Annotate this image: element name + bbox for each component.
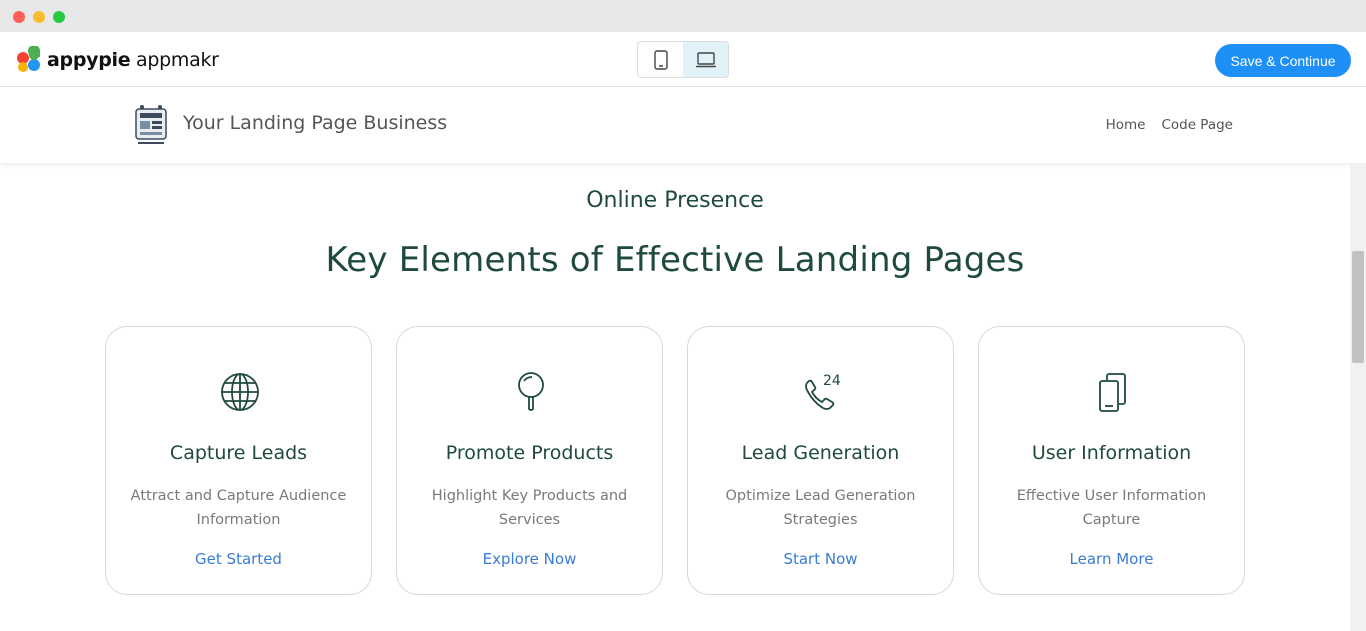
globe-icon [221,373,259,411]
window-titlebar [0,0,1366,32]
section-title: Key Elements of Effective Landing Pages [325,240,1025,280]
site-title: Your Landing Page Business [183,112,448,134]
card-description: Highlight Key Products and Services [431,488,628,528]
card-description: Attract and Capture Audience Information [130,488,347,528]
card-title: Lead Generation [741,442,900,464]
mobile-icon [653,49,668,70]
card-title: Promote Products [445,442,614,464]
feature-card: 24 Lead Generation Optimize Lead Generat… [687,326,954,595]
window-close-button[interactable] [13,11,25,23]
card-description: Effective User Information Capture [1016,488,1207,528]
phone-24-icon: 24 [805,373,841,410]
desktop-view-button[interactable] [683,42,728,77]
card-description: Optimize Lead Generation Strategies [725,488,916,528]
brand: appypie appmakr [15,46,219,74]
window-maximize-button[interactable] [53,11,65,23]
card-title: Capture Leads [169,442,308,464]
landing-page-preview: Your Landing Page Business Home Code Pag… [0,88,1350,631]
feature-cards: Capture Leads Attract and Capture Audien… [105,326,1245,595]
brand-name: appypie appmakr [47,49,219,71]
explore-now-link[interactable]: Explore Now [397,550,662,568]
mobile-view-button[interactable] [638,42,683,77]
builder-toolbar: appypie appmakr Save & Continue [0,32,1366,87]
nav-link-home[interactable]: Home [1106,117,1146,133]
card-title: User Information [1031,442,1192,464]
business-logo-icon [135,105,167,144]
nav-link-code-page[interactable]: Code Page [1161,117,1233,133]
start-now-link[interactable]: Start Now [688,550,953,568]
device-toggle [637,41,729,78]
scrollbar-thumb[interactable] [1352,251,1364,363]
site-header: Your Landing Page Business Home Code Pag… [0,88,1350,163]
learn-more-link[interactable]: Learn More [979,550,1244,568]
section-kicker: Online Presence [586,188,764,213]
feature-card: User Information Effective User Informat… [978,326,1245,595]
site-nav: Home Code Page [1106,117,1233,133]
preview-scrollbar[interactable] [1350,163,1366,631]
feature-card: Promote Products Highlight Key Products … [396,326,663,595]
appypie-logo-icon [17,46,40,72]
magnifier-icon [518,372,544,411]
window-minimize-button[interactable] [33,11,45,23]
save-continue-button[interactable]: Save & Continue [1215,44,1351,77]
svg-text:24: 24 [823,373,841,389]
feature-card: Capture Leads Attract and Capture Audien… [105,326,372,595]
get-started-link[interactable]: Get Started [106,550,371,568]
laptop-icon [695,51,716,67]
devices-icon [1099,373,1126,412]
